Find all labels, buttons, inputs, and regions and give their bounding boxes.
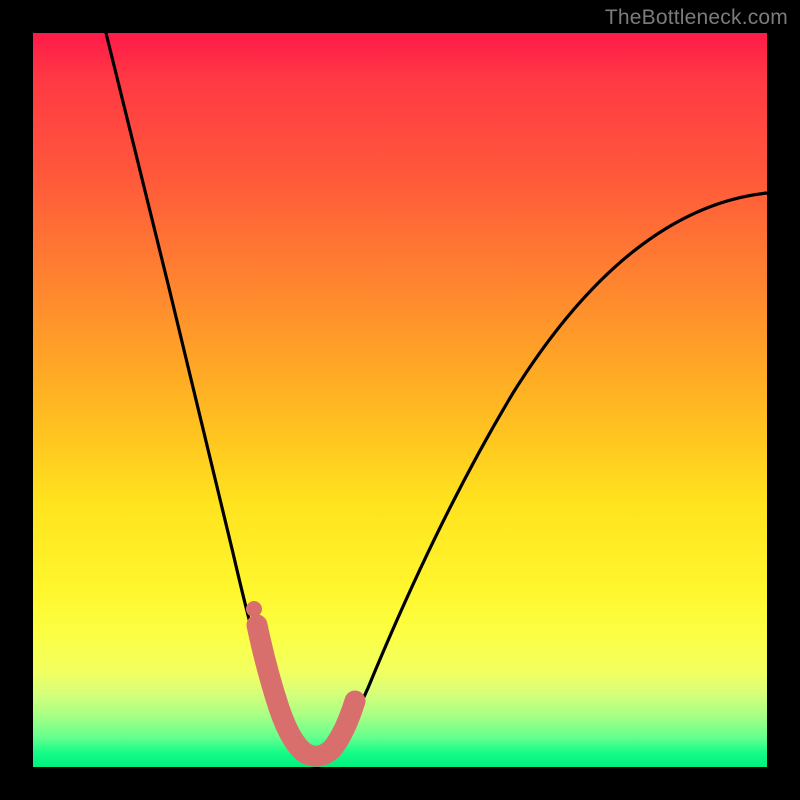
chart-stage: TheBottleneck.com	[0, 0, 800, 800]
watermark-text: TheBottleneck.com	[605, 6, 788, 30]
optimal-range-marker	[257, 625, 355, 756]
curve-layer	[33, 33, 767, 767]
bottleneck-curve	[106, 33, 767, 758]
marker-dot	[246, 601, 262, 617]
